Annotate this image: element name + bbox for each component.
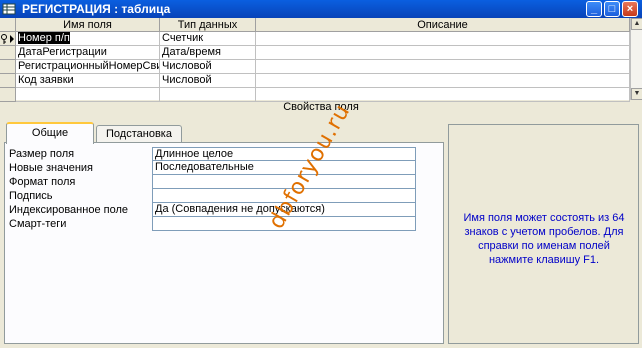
help-text: Имя поля может состоять из 64 знаков с у…	[463, 212, 625, 266]
row-selector[interactable]	[0, 32, 16, 46]
data-type-cell[interactable]: Дата/время	[160, 46, 256, 60]
description-cell[interactable]	[256, 60, 630, 74]
property-label: Подпись	[9, 190, 53, 202]
field-row[interactable]: РегистрационныйНомерСви Числовой	[0, 60, 630, 74]
property-row[interactable]: Подпись	[5, 189, 445, 203]
row-selector[interactable]	[0, 60, 16, 74]
title-bar[interactable]: РЕГИСТРАЦИЯ : таблица _ □ ×	[0, 0, 642, 18]
data-type-cell[interactable]: Счетчик	[160, 32, 256, 46]
property-label: Новые значения	[9, 162, 94, 174]
field-row[interactable]: ДатаРегистрации Дата/время	[0, 46, 630, 60]
property-label: Размер поля	[9, 148, 75, 160]
maximize-button[interactable]: □	[604, 1, 620, 17]
data-type-cell[interactable]: Числовой	[160, 74, 256, 88]
property-row[interactable]: Индексированное поле Да (Совпадения не д…	[5, 203, 445, 217]
field-properties-tabs: Общие Подстановка Размер поля Длинное це…	[4, 122, 444, 344]
column-header-data-type[interactable]: Тип данных	[160, 18, 256, 32]
row-selector[interactable]	[0, 46, 16, 60]
window-title: РЕГИСТРАЦИЯ : таблица	[22, 2, 171, 16]
field-name-cell[interactable]: РегистрационныйНомерСви	[16, 60, 160, 74]
tab-panel-general: Размер поля Длинное целое Новые значения…	[4, 142, 444, 344]
tab-lookup[interactable]: Подстановка	[96, 125, 182, 143]
property-row[interactable]: Размер поля Длинное целое	[5, 147, 445, 161]
property-value-field-size[interactable]: Длинное целое	[152, 147, 416, 161]
description-cell[interactable]	[256, 32, 630, 46]
field-properties-caption: Свойства поля	[283, 101, 359, 113]
field-name-text: Номер п/п	[18, 32, 70, 44]
row-selector[interactable]	[0, 74, 16, 88]
close-button[interactable]: ×	[622, 1, 638, 17]
field-name-cell[interactable]: ДатаРегистрации	[16, 46, 160, 60]
property-label: Смарт-теги	[9, 218, 67, 230]
tab-general[interactable]: Общие	[6, 122, 94, 144]
scroll-up-arrow-icon[interactable]: ▲	[631, 18, 642, 30]
field-name-cell[interactable]: Код заявки	[16, 74, 160, 88]
field-row[interactable]: Код заявки Числовой	[0, 74, 630, 88]
data-type-cell[interactable]: Числовой	[160, 60, 256, 74]
description-cell[interactable]	[256, 74, 630, 88]
property-row[interactable]: Формат поля	[5, 175, 445, 189]
property-label: Формат поля	[9, 176, 76, 188]
field-grid: Имя поля Тип данных Описание Номер п/п С…	[0, 18, 642, 102]
property-row[interactable]: Смарт-теги	[5, 217, 445, 231]
column-header-description[interactable]: Описание	[256, 18, 630, 32]
primary-key-icon	[1, 34, 14, 44]
grid-corner	[0, 18, 16, 32]
property-row[interactable]: Новые значения Последовательные	[5, 161, 445, 175]
vertical-scrollbar[interactable]: ▲ ▼	[630, 18, 642, 100]
minimize-button[interactable]: _	[586, 1, 602, 17]
description-cell[interactable]	[256, 46, 630, 60]
column-header-field-name[interactable]: Имя поля	[16, 18, 160, 32]
table-icon	[2, 3, 16, 15]
field-name-cell[interactable]: Номер п/п	[16, 32, 160, 46]
property-label: Индексированное поле	[9, 204, 128, 216]
help-panel: Имя поля может состоять из 64 знаков с у…	[448, 124, 639, 344]
property-value-new-values[interactable]: Последовательные	[152, 161, 416, 175]
field-row[interactable]: Номер п/п Счетчик	[0, 32, 630, 46]
scroll-down-arrow-icon[interactable]: ▼	[631, 88, 642, 100]
